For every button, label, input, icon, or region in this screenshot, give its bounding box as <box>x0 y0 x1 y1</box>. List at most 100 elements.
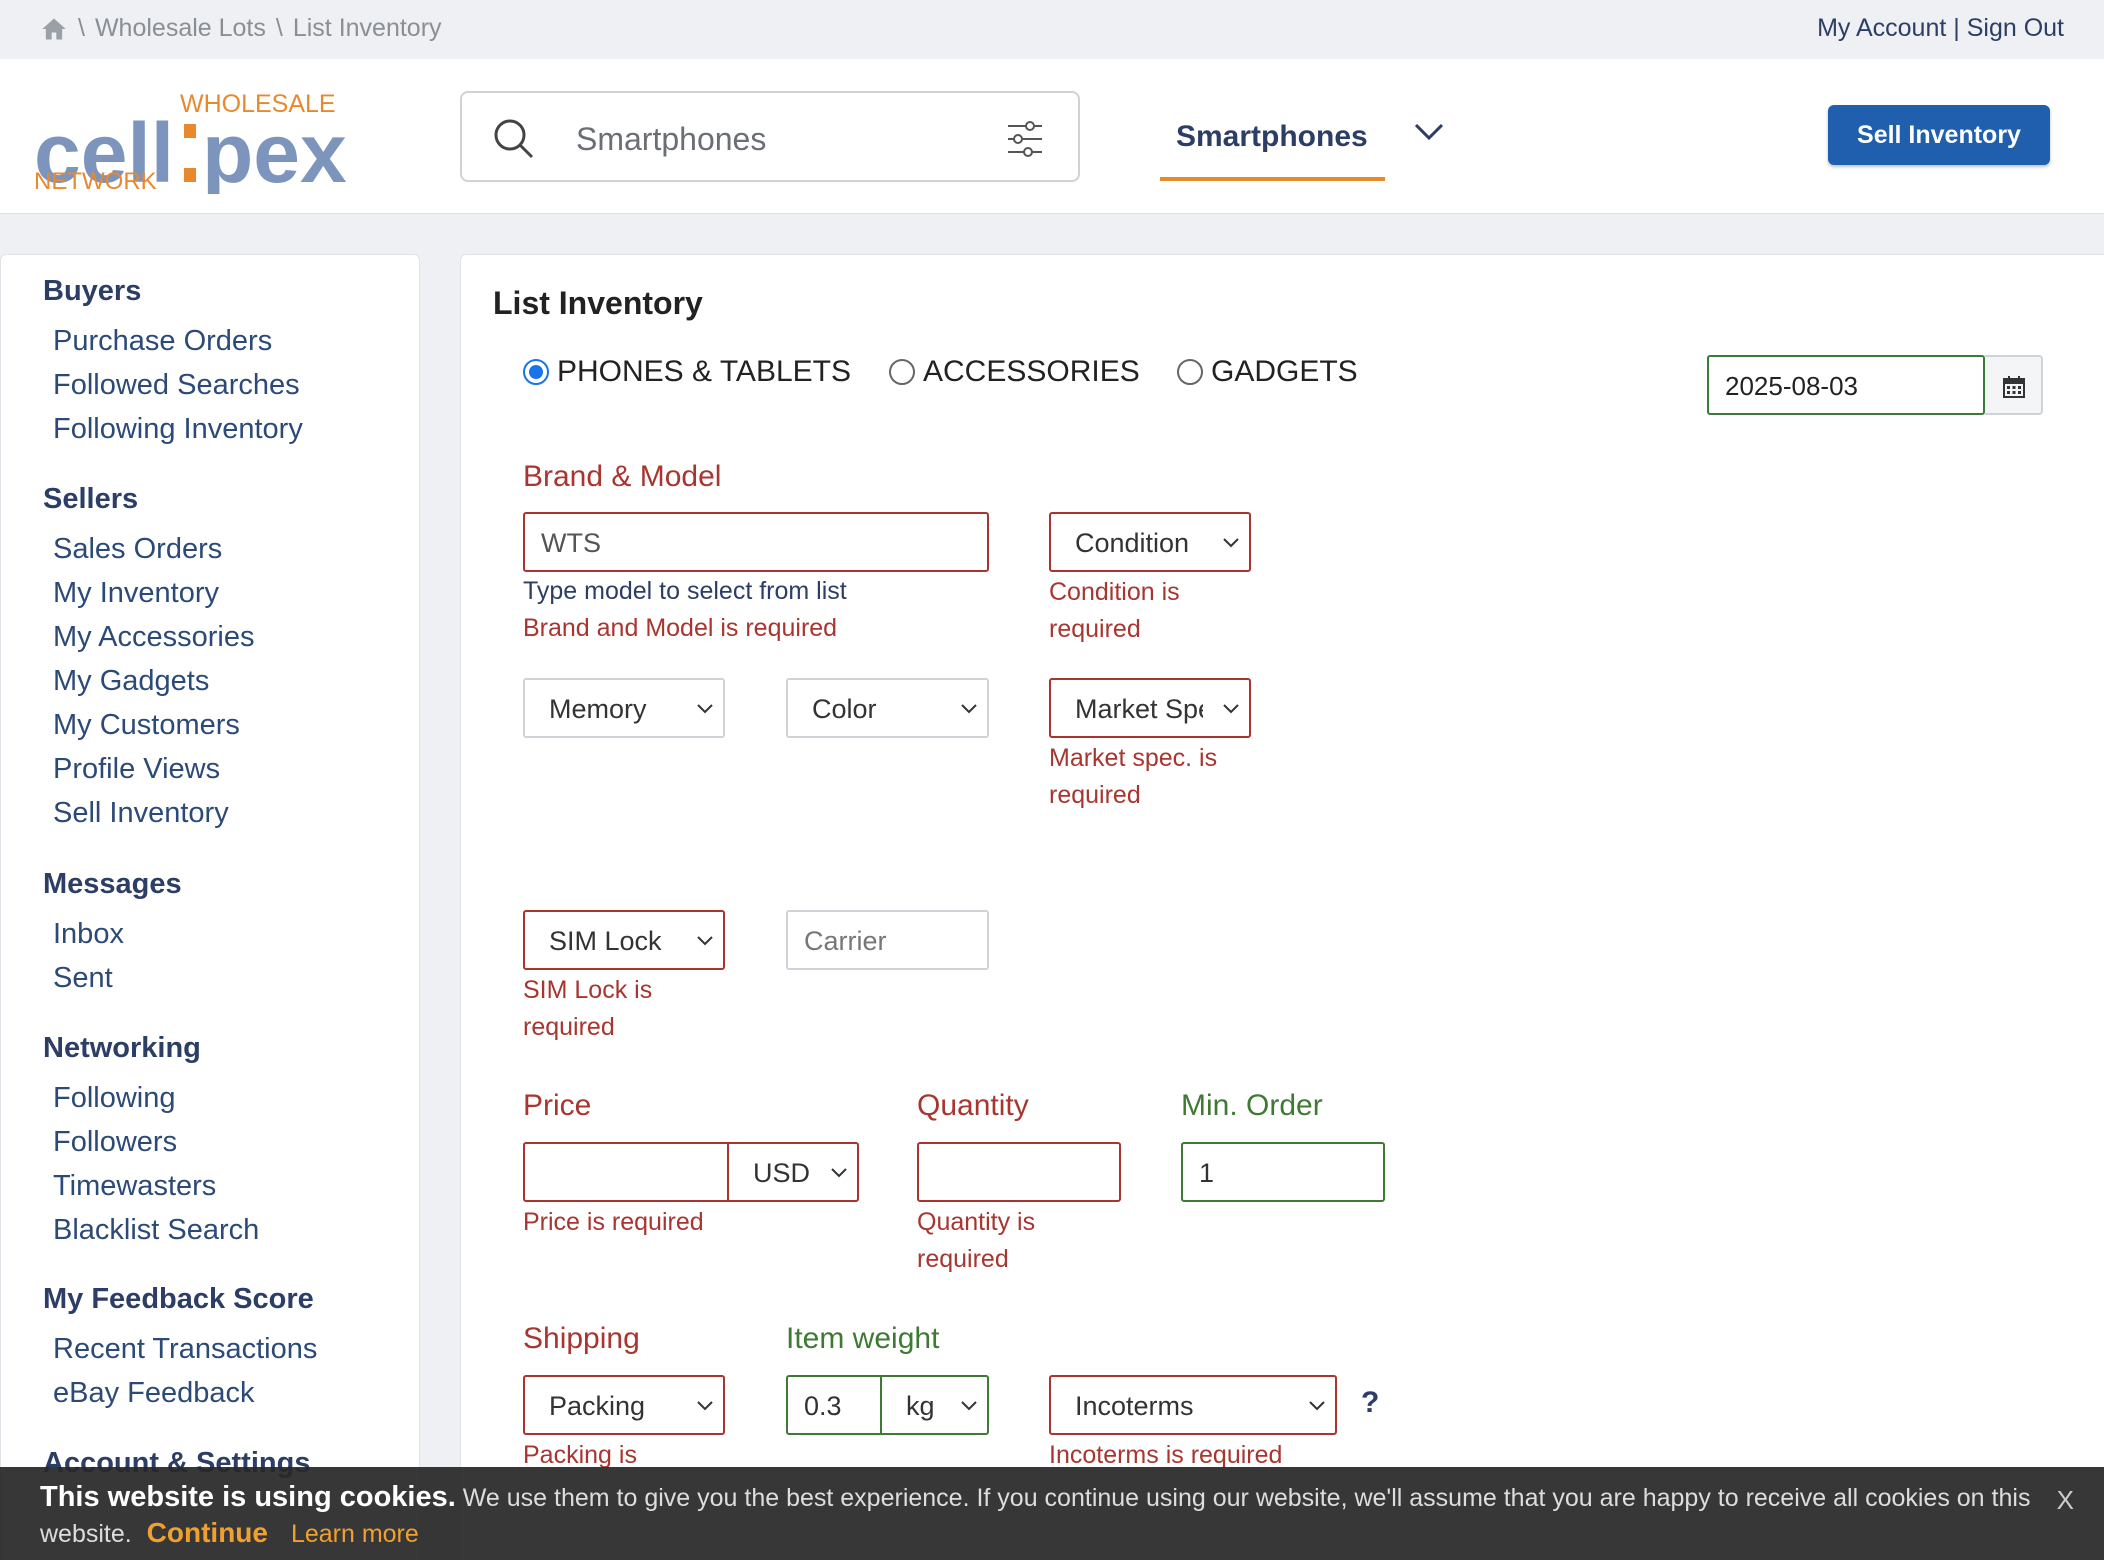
breadcrumb-list-inventory: List Inventory <box>292 14 442 42</box>
sidebar-heading: Buyers <box>43 275 142 307</box>
item-weight-input[interactable]: 0.3 <box>786 1375 882 1435</box>
category-selector[interactable]: Smartphones <box>1160 89 1385 181</box>
logo-pex: pex <box>202 106 347 194</box>
sidebar-item-ebay-feedback[interactable]: eBay Feedback <box>53 1375 317 1419</box>
memory-value: Memory <box>549 694 647 724</box>
sidebar-item-purchase-orders[interactable]: Purchase Orders <box>53 323 303 367</box>
quantity-input[interactable] <box>917 1142 1121 1202</box>
breadcrumb-wholesale-lots[interactable]: Wholesale Lots <box>95 14 266 43</box>
filter-icon[interactable] <box>1006 119 1044 159</box>
sidebar-group-buyers: Buyers Purchase Orders Followed Searches… <box>43 275 303 455</box>
chevron-down-icon <box>697 1401 713 1411</box>
item-weight-label: Item weight <box>786 1322 940 1355</box>
weight-unit-value: kg <box>906 1391 935 1421</box>
min-order-label: Min. Order <box>1181 1089 1323 1122</box>
cellpex-logo[interactable]: cell pex WHOLESALE NETWORK <box>34 84 354 194</box>
cookie-learn-more-link[interactable]: Learn more <box>291 1520 419 1548</box>
quantity-label: Quantity <box>917 1089 1029 1122</box>
breadcrumb-separator: \ <box>78 14 85 42</box>
brand-model-label: Brand & Model <box>523 460 722 493</box>
brand-model-input[interactable]: WTS <box>523 512 989 572</box>
sidebar-item-following[interactable]: Following <box>53 1080 259 1124</box>
sidebar-item-inbox[interactable]: Inbox <box>53 916 182 960</box>
sidebar-item-sent[interactable]: Sent <box>53 960 182 1004</box>
radio-selected-icon[interactable] <box>523 359 549 385</box>
sidebar-item-timewasters[interactable]: Timewasters <box>53 1168 259 1212</box>
condition-value: Condition <box>1075 528 1190 558</box>
my-account-link[interactable]: My Account <box>1817 14 1946 42</box>
carrier-input[interactable]: Carrier <box>786 910 989 970</box>
currency-select[interactable]: USD <box>727 1142 859 1202</box>
sim-lock-error-1: SIM Lock is <box>523 976 653 1004</box>
chevron-down-icon <box>1223 704 1239 714</box>
cookie-text-1: We use them to give you the best experie… <box>462 1484 2031 1512</box>
condition-error-2: required <box>1049 615 1141 643</box>
price-error: Price is required <box>523 1208 704 1236</box>
sim-lock-error-2: required <box>523 1013 615 1041</box>
breadcrumb: \ Wholesale Lots \ List Inventory <box>40 14 442 43</box>
sidebar-item-sell-inventory[interactable]: Sell Inventory <box>53 795 254 839</box>
sell-inventory-button[interactable]: Sell Inventory <box>1828 105 2050 165</box>
sidebar-item-my-gadgets[interactable]: My Gadgets <box>53 663 254 707</box>
close-icon[interactable]: X <box>2057 1485 2074 1516</box>
sidebar-heading: My Feedback Score <box>43 1283 314 1315</box>
sim-lock-select[interactable]: SIM Lock <box>523 910 725 970</box>
radio-accessories[interactable]: ACCESSORIES <box>889 355 1140 389</box>
sign-out-link[interactable]: Sign Out <box>1967 14 2064 42</box>
date-input[interactable]: 2025-08-03 <box>1707 355 1985 415</box>
sidebar-item-sales-orders[interactable]: Sales Orders <box>53 531 254 575</box>
logo-wholesale: WHOLESALE <box>180 90 336 118</box>
sidebar-group-messages: Messages Inbox Sent <box>43 868 182 1004</box>
brand-model-hint: Type model to select from list <box>523 577 847 605</box>
incoterms-select[interactable]: Incoterms <box>1049 1375 1337 1435</box>
sidebar-heading: Networking <box>43 1032 201 1064</box>
sidebar-item-my-inventory[interactable]: My Inventory <box>53 575 254 619</box>
packing-value: Packing <box>549 1391 646 1421</box>
sidebar-item-followers[interactable]: Followers <box>53 1124 259 1168</box>
radio-gadgets[interactable]: GADGETS <box>1177 355 1358 389</box>
account-divider: | <box>1953 14 1960 42</box>
cookie-line-1: This website is using cookies. We use th… <box>40 1481 2030 1514</box>
page-title: List Inventory <box>493 285 703 321</box>
sidebar-item-my-accessories[interactable]: My Accessories <box>53 619 254 663</box>
sidebar-item-profile-views[interactable]: Profile Views <box>53 751 254 795</box>
search-box[interactable]: Smartphones <box>460 91 1080 182</box>
shipping-label: Shipping <box>523 1322 640 1355</box>
chevron-down-icon[interactable] <box>1412 121 1446 143</box>
color-select[interactable]: Color <box>786 678 989 738</box>
condition-select[interactable]: Condition <box>1049 512 1251 572</box>
radio-unselected-icon[interactable] <box>889 359 915 385</box>
radio-phones-tablets[interactable]: PHONES & TABLETS <box>523 355 851 389</box>
min-order-input[interactable]: 1 <box>1181 1142 1385 1202</box>
cookie-banner: This website is using cookies. We use th… <box>0 1467 2104 1560</box>
sidebar-group-sellers: Sellers Sales Orders My Inventory My Acc… <box>43 483 254 839</box>
weight-unit-select[interactable]: kg <box>880 1375 989 1435</box>
brand-model-error: Brand and Model is required <box>523 614 838 642</box>
calendar-button[interactable] <box>1985 355 2043 415</box>
incoterms-help-icon[interactable]: ? <box>1361 1386 1379 1420</box>
cookie-text-2: website. <box>40 1520 132 1548</box>
radio-label: GADGETS <box>1211 355 1358 388</box>
sidebar-item-following-inventory[interactable]: Following Inventory <box>53 411 303 455</box>
search-input[interactable]: Smartphones <box>576 121 766 158</box>
search-icon[interactable] <box>492 117 536 161</box>
sidebar-item-recent-transactions[interactable]: Recent Transactions <box>53 1331 317 1375</box>
cookie-continue-button[interactable]: Continue <box>147 1517 268 1548</box>
sidebar-item-my-customers[interactable]: My Customers <box>53 707 254 751</box>
min-order-value: 1 <box>1199 1158 1215 1188</box>
memory-select[interactable]: Memory <box>523 678 725 738</box>
quantity-error-2: required <box>917 1245 1009 1273</box>
sidebar-item-blacklist-search[interactable]: Blacklist Search <box>53 1212 259 1256</box>
market-spec-select[interactable]: Market Spec <box>1049 678 1251 738</box>
price-input[interactable] <box>523 1142 729 1202</box>
site-header: cell pex WHOLESALE NETWORK Smartphones S… <box>0 59 2104 214</box>
sidebar-item-followed-searches[interactable]: Followed Searches <box>53 367 303 411</box>
radio-unselected-icon[interactable] <box>1177 359 1203 385</box>
top-bar: \ Wholesale Lots \ List Inventory My Acc… <box>0 0 2104 59</box>
home-icon[interactable] <box>40 15 68 43</box>
quantity-error-1: Quantity is <box>917 1208 1036 1236</box>
packing-select[interactable]: Packing <box>523 1375 725 1435</box>
sidebar-heading: Messages <box>43 868 182 900</box>
sidebar-heading: Sellers <box>43 483 139 515</box>
chevron-down-icon <box>961 1401 977 1411</box>
